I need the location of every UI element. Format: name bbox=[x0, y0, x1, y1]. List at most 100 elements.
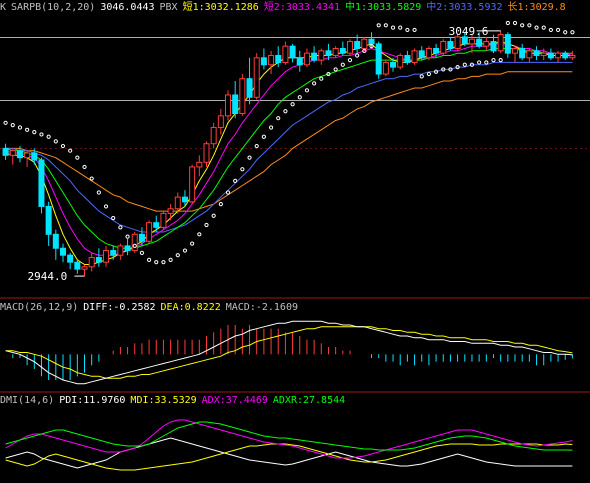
candle-body bbox=[390, 61, 397, 68]
candle-body bbox=[217, 115, 224, 128]
sar-dot bbox=[89, 176, 94, 181]
candle-body bbox=[346, 41, 353, 54]
sar-dot bbox=[477, 60, 482, 65]
sar-dot bbox=[563, 30, 568, 35]
candle-body bbox=[332, 48, 339, 56]
sar-dot bbox=[154, 260, 159, 265]
candle-body bbox=[361, 38, 368, 50]
sar-dot bbox=[491, 58, 496, 63]
candle bbox=[526, 48, 533, 63]
candle bbox=[95, 248, 102, 267]
candle bbox=[59, 243, 66, 263]
sar-dot bbox=[118, 225, 123, 230]
candle-body bbox=[562, 52, 569, 59]
sar-dot bbox=[197, 232, 202, 237]
candle bbox=[38, 157, 45, 214]
sar-dot bbox=[68, 148, 73, 153]
candle-body bbox=[167, 208, 174, 214]
candle bbox=[540, 48, 547, 61]
sar-dot bbox=[75, 155, 80, 160]
sar-dot bbox=[319, 76, 324, 81]
candle bbox=[397, 53, 404, 70]
macd-dea-value: DEA:0.8222 bbox=[160, 302, 221, 313]
candle bbox=[512, 46, 519, 63]
candle-body bbox=[354, 41, 361, 50]
candle bbox=[504, 32, 511, 58]
sar-dot bbox=[211, 213, 216, 218]
macd-histogram-group bbox=[12, 325, 573, 380]
candle bbox=[519, 43, 526, 61]
sar-dot bbox=[383, 23, 388, 28]
candle bbox=[124, 238, 131, 256]
macd-dea-line bbox=[5, 326, 573, 379]
candle bbox=[146, 220, 153, 244]
candle-body bbox=[375, 43, 382, 75]
sar-dot bbox=[53, 139, 58, 144]
candle bbox=[382, 60, 389, 77]
sar-dot bbox=[204, 222, 209, 228]
candle bbox=[411, 48, 418, 65]
candle bbox=[555, 50, 562, 63]
candle-body bbox=[411, 50, 418, 63]
sar-dot bbox=[161, 260, 166, 265]
candle bbox=[339, 41, 346, 56]
candle-body bbox=[476, 38, 483, 47]
sar-dot bbox=[247, 155, 252, 160]
dmi-label: DMI(14,6) bbox=[0, 395, 55, 406]
candle-body bbox=[569, 54, 576, 59]
sar-dot bbox=[405, 27, 410, 33]
candle bbox=[246, 57, 253, 105]
candle bbox=[160, 211, 167, 230]
candle bbox=[217, 108, 224, 135]
sar-dot bbox=[484, 60, 489, 65]
candle bbox=[67, 252, 74, 270]
candle bbox=[346, 39, 353, 56]
candle-body bbox=[519, 48, 526, 59]
sar-dot bbox=[276, 116, 281, 121]
ma-line-long1 bbox=[5, 71, 573, 212]
candle-body bbox=[483, 41, 490, 47]
sar-dot bbox=[570, 30, 575, 35]
candle-body bbox=[260, 57, 267, 66]
short1-value: 短1:3032.1286 bbox=[182, 2, 259, 13]
candle-body bbox=[239, 78, 246, 115]
candle-body bbox=[59, 247, 66, 256]
candle bbox=[289, 43, 296, 63]
candle-body bbox=[397, 54, 404, 68]
ma-line-short2 bbox=[5, 43, 573, 256]
candle-body bbox=[203, 143, 210, 163]
candle-body bbox=[404, 54, 411, 63]
candle-body bbox=[138, 233, 145, 242]
sar-dot bbox=[527, 23, 532, 28]
candle-body bbox=[282, 45, 289, 63]
candle-body bbox=[447, 41, 454, 50]
candle bbox=[562, 50, 569, 61]
sar-dot bbox=[419, 74, 424, 79]
candle-body bbox=[174, 196, 181, 210]
sar-dot bbox=[505, 20, 510, 26]
sar-dot bbox=[283, 109, 288, 114]
sar-dot bbox=[261, 134, 266, 139]
candle-body bbox=[253, 57, 260, 98]
dmi-adxr-value: ADXR:27.8544 bbox=[272, 395, 346, 406]
candle-body bbox=[124, 245, 131, 252]
candle bbox=[282, 41, 289, 65]
macd-macd-value: MACD:-2.1609 bbox=[225, 302, 298, 313]
candle-body bbox=[547, 52, 554, 59]
candle-body bbox=[67, 254, 74, 263]
candles-group bbox=[2, 30, 576, 277]
candle-body bbox=[490, 41, 497, 52]
sar-dot bbox=[82, 164, 87, 170]
candle bbox=[425, 46, 432, 61]
sar-dot bbox=[340, 62, 345, 67]
main-header: K SARPB(10,2,20) 3046.0443 PBX 短1:3032.1286 短… bbox=[0, 1, 571, 15]
candle-body bbox=[16, 150, 23, 159]
candle-body bbox=[540, 52, 547, 56]
candle-body bbox=[368, 38, 375, 45]
candle bbox=[533, 46, 540, 61]
candle-body bbox=[275, 54, 282, 63]
sar-dot bbox=[32, 130, 37, 135]
candle-body bbox=[526, 50, 533, 59]
sar-dot bbox=[390, 25, 396, 30]
candle-body bbox=[153, 222, 160, 228]
